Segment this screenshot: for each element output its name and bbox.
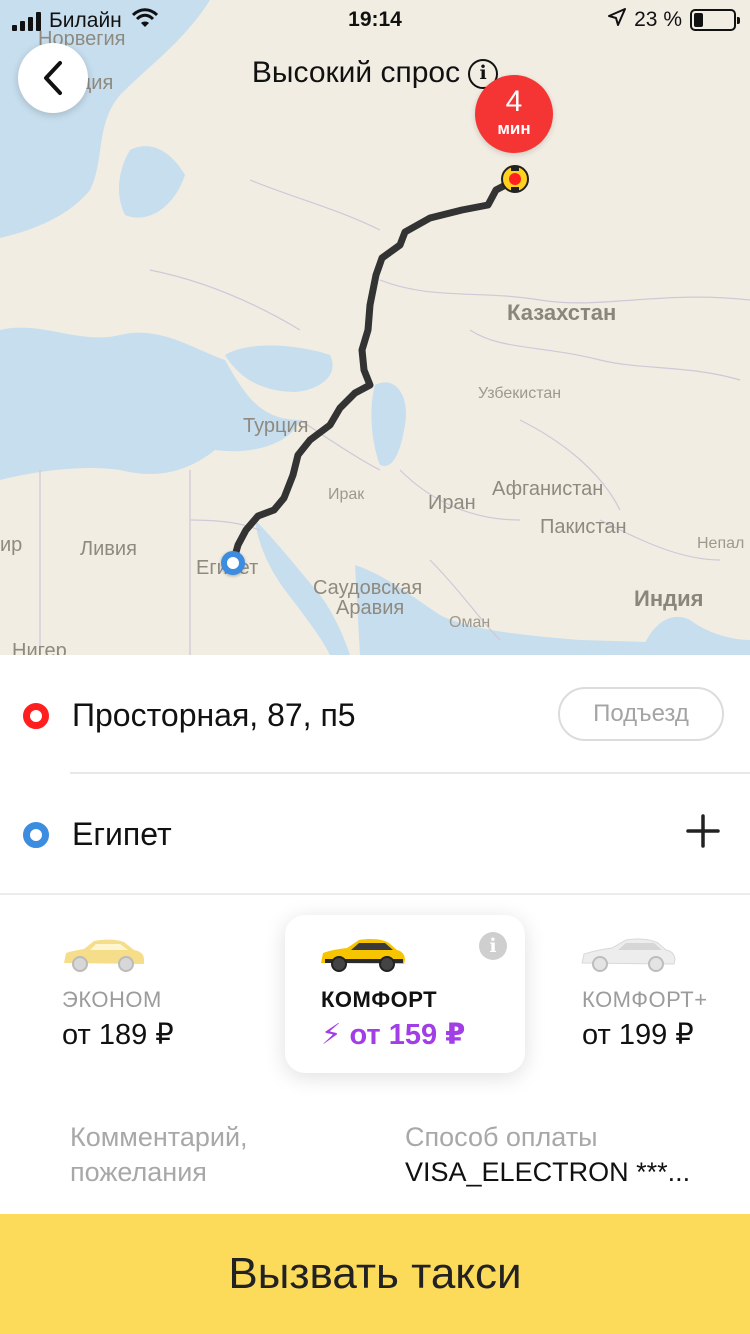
high-demand-title[interactable]: Высокий спрос i <box>0 56 750 90</box>
call-taxi-button[interactable]: Вызвать такси <box>0 1214 750 1334</box>
pickup-pin-icon <box>23 703 49 729</box>
taxi-car-marker <box>500 164 530 194</box>
eta-value: 4 <box>505 85 523 118</box>
destination-address-row[interactable]: Египет <box>0 776 750 894</box>
pickup-address-row[interactable]: Просторная, 87, п5 Подъезд <box>0 657 750 775</box>
route-line <box>229 176 519 567</box>
comment-option[interactable]: Комментарий, пожелания <box>70 1120 360 1190</box>
payment-method-value: VISA_ELECTRON ***... <box>405 1157 691 1187</box>
car-comfort-plus-icon <box>581 938 676 972</box>
payment-method-label: Способ оплаты <box>405 1122 598 1152</box>
status-bar: Билайн 19:14 23 % <box>0 0 750 40</box>
address-divider <box>70 772 750 774</box>
plus-icon[interactable] <box>686 814 720 848</box>
entrance-button[interactable]: Подъезд <box>558 687 724 741</box>
battery-icon <box>690 9 740 31</box>
destination-pin <box>221 551 245 575</box>
location-arrow-icon <box>608 8 627 32</box>
tariff-econom[interactable]: ЭКОНОМ от 189 ₽ <box>42 915 282 1073</box>
payment-method-option[interactable]: Способ оплаты VISA_ELECTRON ***... <box>405 1120 725 1190</box>
header-title-text: Высокий спрос <box>251 56 461 89</box>
car-comfort-icon <box>321 939 405 972</box>
tariff-info-icon[interactable]: i <box>479 932 507 960</box>
destination-address: Египет <box>72 816 172 852</box>
battery-percent: 23 % <box>634 8 682 31</box>
lightning-icon: ⚡ <box>321 1019 342 1051</box>
map-view[interactable]: Норвегия Швеция Казахстан Узбекистан Тур… <box>0 0 750 655</box>
tariff-comfort-price-value: от 159 ₽ <box>349 1019 466 1051</box>
section-divider <box>0 893 750 895</box>
tariff-comfort-plus-price: от 199 ₽ <box>582 1019 694 1051</box>
eta-unit: мин <box>497 119 531 138</box>
tariff-comfort-plus[interactable]: КОМФОРТ+ от 199 ₽ <box>562 915 750 1073</box>
tariff-comfort-price: ⚡ от 159 ₽ <box>321 1017 465 1052</box>
tariff-comfort-name: КОМФОРТ <box>321 987 438 1012</box>
car-econom-icon <box>64 939 144 972</box>
pickup-address: Просторная, 87, п5 <box>72 697 356 733</box>
destination-pin-icon <box>23 822 49 848</box>
tariff-econom-price: от 189 ₽ <box>62 1019 174 1051</box>
tariff-comfort[interactable]: i КОМФОРТ ⚡ от 159 ₽ <box>285 915 525 1073</box>
tariff-comfort-plus-name: КОМФОРТ+ <box>582 987 708 1012</box>
tariff-econom-name: ЭКОНОМ <box>62 987 162 1012</box>
eta-badge: 4 мин <box>475 75 553 153</box>
